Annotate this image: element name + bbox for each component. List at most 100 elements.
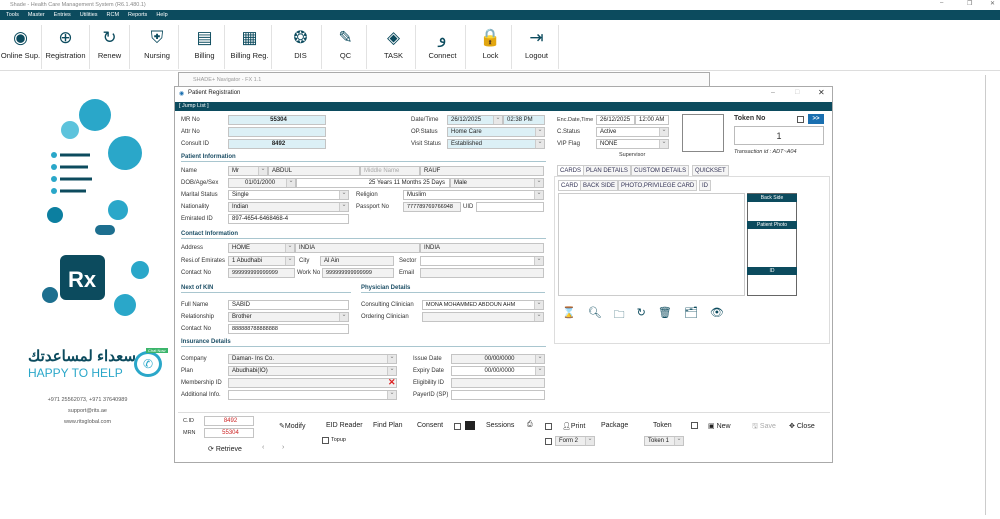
relationship-select[interactable]: Brother (228, 312, 349, 322)
folder-icon[interactable]: 🗀 (614, 306, 625, 325)
prev-button[interactable]: ‹ (262, 444, 264, 451)
menu-reports[interactable]: Reports (128, 12, 147, 20)
photo-box[interactable] (682, 114, 724, 152)
ordering-select[interactable] (422, 312, 544, 322)
email-field[interactable] (420, 268, 544, 278)
window-minimize[interactable]: – (771, 89, 775, 96)
topup-checkbox[interactable] (322, 437, 329, 444)
eid-reader-button[interactable]: EID Reader (326, 422, 363, 429)
kin-name-field[interactable]: SABID (228, 300, 349, 310)
residence-select[interactable]: 1 Abudhabi (228, 256, 295, 266)
tag-folder-icon[interactable]: 🗂 (684, 306, 698, 325)
vip-select[interactable]: NONE (596, 139, 669, 149)
address-line[interactable]: INDIA (295, 243, 420, 253)
expiry-date[interactable]: 00/00/0000 (451, 366, 545, 376)
thumb-back-side[interactable]: Back Side (747, 194, 797, 202)
delete-icon[interactable]: 🗑 (658, 306, 672, 325)
support-website[interactable]: www.ritsglobal.com (0, 419, 175, 425)
view-icon[interactable]: 👁 (710, 306, 724, 325)
menu-rcm[interactable]: RCM (107, 12, 120, 20)
last-name-field[interactable]: RAUF (420, 166, 544, 176)
subtab-photo-privilege[interactable]: PHOTO,PRIVILEGE CARD (618, 180, 698, 191)
tab-custom-details[interactable]: CUSTOM DETAILS (631, 165, 690, 176)
time-field[interactable]: 02:38 PM (503, 115, 545, 125)
toolbar-online-sup-button[interactable]: ◉ Online Sup. (0, 25, 42, 69)
tab-plan-details[interactable]: PLAN DETAILS (583, 165, 631, 176)
refresh-icon[interactable]: ↻ (637, 306, 646, 325)
close-button[interactable]: ✥ Close (789, 422, 815, 430)
token-field[interactable]: 1 (734, 126, 824, 145)
mr-field[interactable]: 55304 (228, 115, 326, 125)
passport-field[interactable]: 777789769766948 (403, 202, 461, 212)
address-country[interactable]: INDIA (420, 243, 544, 253)
work-field[interactable]: 999999999999999 (322, 268, 394, 278)
maximize-button[interactable]: ❐ (967, 0, 972, 7)
minimize-button[interactable]: – (940, 0, 943, 6)
signature-icon[interactable] (465, 421, 475, 430)
religion-select[interactable]: Muslim (403, 190, 544, 200)
toolbar-lock-button[interactable]: 🔒 Lock (470, 25, 512, 69)
print-button[interactable]: 👤︎Print (562, 422, 585, 430)
date-picker[interactable]: 26/12/2025 (447, 115, 503, 125)
cid-field[interactable]: 8492 (204, 416, 254, 426)
city-field[interactable]: Al Ain (320, 256, 394, 266)
preview-icon[interactable]: 🔍︎ (588, 306, 602, 325)
menu-utilities[interactable]: Utilities (80, 12, 98, 20)
subtab-back-side[interactable]: BACK SIDE (580, 180, 619, 191)
payer-field[interactable] (451, 390, 545, 400)
sessions-button[interactable]: Sessions (486, 422, 514, 429)
visit-status-select[interactable]: Established (447, 139, 545, 149)
toolbar-billing-reg-button[interactable]: ▦ Billing Reg. (228, 25, 272, 69)
tab-cards[interactable]: CARDS (557, 165, 585, 176)
toolbar-nursing-button[interactable]: ⛨ Nursing (136, 25, 179, 69)
company-select[interactable]: Daman- Ins Co. (228, 354, 397, 364)
first-name-field[interactable]: ABDUL (268, 166, 360, 176)
enc-time[interactable]: 12:00 AM (635, 115, 669, 125)
printer-icon[interactable]: ⎙ (527, 421, 533, 429)
token-select[interactable]: Token 1 (644, 436, 684, 446)
marital-select[interactable]: Single (228, 190, 349, 200)
form-select[interactable]: Form 2 (555, 436, 595, 446)
menu-tools[interactable]: Tools (6, 12, 19, 20)
toolbar-billing-button[interactable]: ▤ Billing (185, 25, 225, 69)
token-checkbox[interactable] (797, 116, 804, 123)
close-app-button[interactable]: ✕ (990, 0, 995, 7)
print-checkbox[interactable] (545, 423, 552, 430)
toolbar-connect-button[interactable]: ﻭ Connect (420, 25, 466, 69)
nationality-select[interactable]: Indian (228, 202, 349, 212)
issue-date[interactable]: 00/00/0000 (451, 354, 545, 364)
eid-field[interactable]: 897-4654-6468468-4 (228, 214, 349, 224)
thumb-patient-photo[interactable]: Patient Photo (747, 221, 797, 229)
save-button[interactable]: 🖫︎ Save (752, 422, 776, 433)
toolbar-dis-button[interactable]: ❂ DIS (280, 25, 322, 69)
toolbar-registration-button[interactable]: ⊕ Registration (42, 25, 90, 69)
form-checkbox[interactable] (545, 438, 552, 445)
enc-date[interactable]: 26/12/2025 (596, 115, 635, 125)
find-plan-button[interactable]: Find Plan (373, 422, 403, 429)
cstatus-select[interactable]: Active (596, 127, 669, 137)
toolbar-qc-button[interactable]: ✎ QC (325, 25, 367, 69)
mrn-field[interactable]: 55304 (204, 428, 254, 438)
consult-field[interactable]: 8492 (228, 139, 326, 149)
subtab-card[interactable]: CARD (558, 180, 582, 191)
address-type-select[interactable]: HOME (228, 243, 295, 253)
consent-checkbox[interactable] (454, 423, 461, 430)
dob-picker[interactable]: 01/01/2000 (228, 178, 296, 188)
sector-select[interactable] (420, 256, 544, 266)
contact-field[interactable]: 999999999999999 (228, 268, 295, 278)
window-maximize[interactable]: □ (795, 89, 799, 96)
tab-quickset[interactable]: QUICKSET (692, 165, 729, 176)
menu-entries[interactable]: Entries (54, 12, 71, 20)
membership-field[interactable] (228, 378, 397, 388)
kin-contact-field[interactable]: 888888788888888 (228, 324, 349, 334)
op-status-select[interactable]: Home Care (447, 127, 545, 137)
toolbar-renew-button[interactable]: ↻ Renew (90, 25, 130, 69)
retrieve-button[interactable]: ⟳ Retrieve (208, 445, 242, 453)
window-close[interactable]: ✕ (818, 88, 825, 97)
next-button[interactable]: › (282, 444, 284, 451)
toolbar-task-button[interactable]: ◈ TASK (372, 25, 416, 69)
token-print-checkbox[interactable] (691, 422, 698, 429)
clear-icon[interactable]: ✕ (388, 377, 396, 388)
consent-button[interactable]: Consent (417, 422, 443, 429)
card-image-area[interactable] (558, 193, 745, 296)
